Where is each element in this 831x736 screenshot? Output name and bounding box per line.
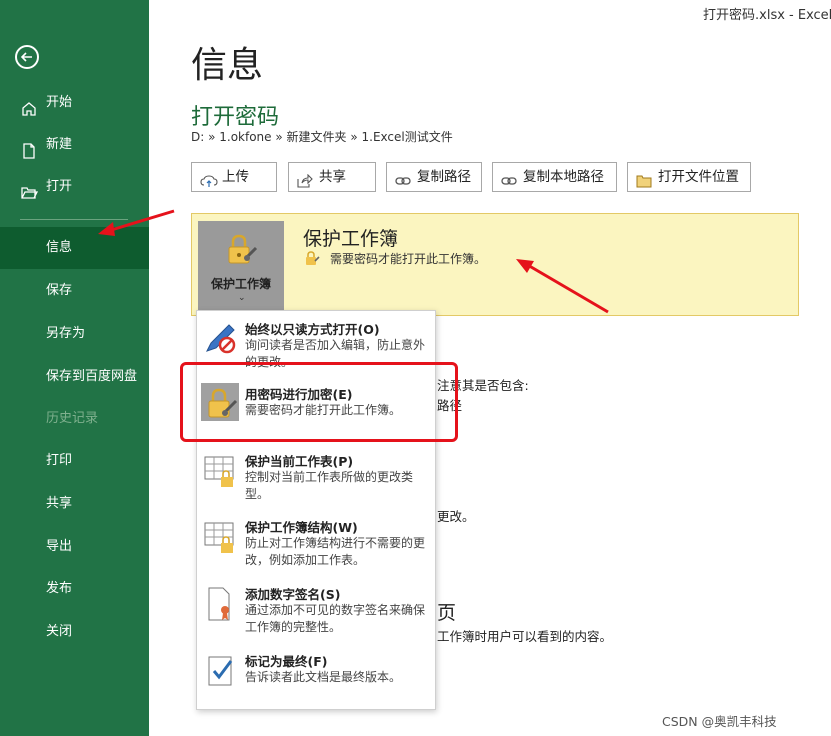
watermark: CSDN @奥凯丰科技 — [662, 714, 777, 729]
annotation-arrows — [98, 209, 609, 314]
